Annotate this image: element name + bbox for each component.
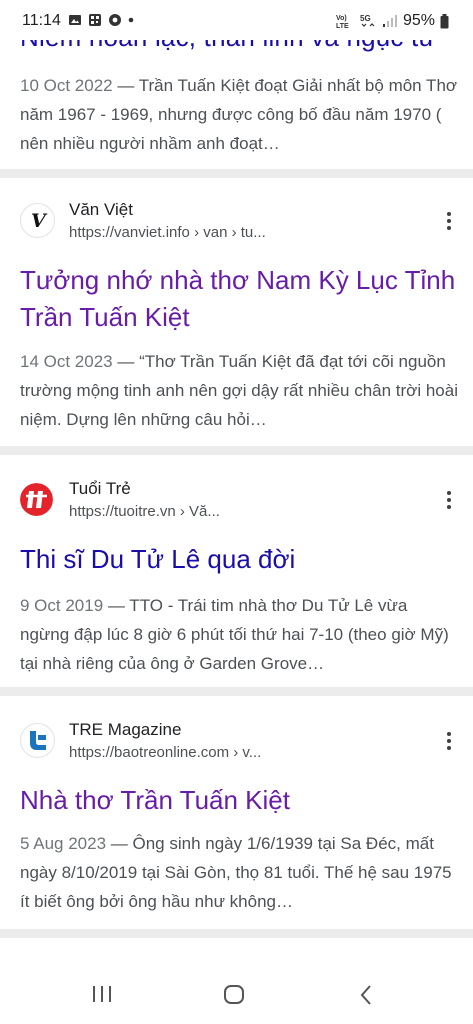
more-options-icon[interactable] (447, 732, 451, 750)
result-date: 5 Aug 2023 (20, 834, 107, 853)
notification-icons (68, 13, 134, 27)
volte-icon: Vo)LTE (336, 15, 349, 29)
result-source[interactable] (20, 479, 53, 519)
result-source[interactable] (20, 720, 55, 760)
result-title[interactable]: Nhà thơ Trần Tuấn Kiệt (20, 782, 290, 819)
site-url: https://baotreonline.com › v... (69, 744, 262, 761)
tuoitre-favicon-icon (20, 482, 53, 516)
status-right: Vo) LTE 5G 95% (336, 12, 449, 30)
signal-icon (382, 15, 397, 27)
more-options-icon[interactable] (447, 212, 451, 230)
recent-apps-icon[interactable] (90, 983, 114, 1005)
battery-percent: 95% (402, 12, 435, 29)
result-snippet: 5 Aug 2023 — Ông sinh ngày 1/6/1939 tại … (20, 829, 460, 916)
svg-text:V: V (31, 210, 48, 231)
result-snippet: 14 Oct 2023 — “Thơ Trần Tuấn Kiệt đã đạt… (20, 347, 460, 434)
divider (0, 446, 473, 455)
dot-icon (128, 17, 134, 23)
result-title[interactable]: Tưởng nhớ nhà thơ Nam Kỳ Lục Tỉnh Trần T… (20, 262, 473, 336)
result-snippet: 9 Oct 2019 — TTO - Trái tim nhà thơ Du T… (20, 591, 460, 678)
result-snippet: 10 Oct 2022 — Trần Tuấn Kiệt đoạt Giải n… (20, 71, 460, 158)
search-results: Niềm hoan lạc, thần linh và ngục tù 10 O… (0, 0, 473, 965)
chrome-icon (109, 14, 121, 26)
site-name: Tuổi Trẻ (69, 479, 131, 498)
status-bar: 11:14 Vo) LTE 5G 95% (0, 0, 473, 40)
battery-icon (440, 13, 449, 28)
divider (0, 687, 473, 696)
tre-magazine-favicon-icon (20, 722, 55, 758)
status-time: 11:14 (22, 12, 61, 29)
result-date: 14 Oct 2023 (20, 352, 113, 371)
site-url: https://tuoitre.vn › Vă... (69, 503, 220, 520)
navigation-bar (0, 965, 473, 1024)
back-icon[interactable] (356, 983, 376, 1007)
result-date: 10 Oct 2022 (20, 76, 113, 95)
image-icon (69, 15, 81, 25)
vanviet-favicon-icon: V (20, 202, 55, 238)
site-url: https://vanviet.info › van › tu... (69, 224, 266, 241)
divider (0, 169, 473, 178)
divider (0, 929, 473, 938)
qr-icon (89, 14, 101, 26)
result-source[interactable]: V (20, 200, 55, 240)
svg-text:5G: 5G (360, 14, 371, 23)
home-icon[interactable] (222, 983, 248, 1007)
result-title[interactable]: Thi sĩ Du Tử Lê qua đời (20, 541, 295, 578)
site-name: Văn Việt (69, 200, 133, 219)
svg-text:Vo): Vo) (336, 15, 347, 22)
site-name: TRE Magazine (69, 720, 182, 739)
result-date: 9 Oct 2019 (20, 596, 104, 615)
svg-text:LTE: LTE (336, 23, 349, 29)
5g-icon: 5G (360, 14, 375, 27)
more-options-icon[interactable] (447, 491, 451, 509)
